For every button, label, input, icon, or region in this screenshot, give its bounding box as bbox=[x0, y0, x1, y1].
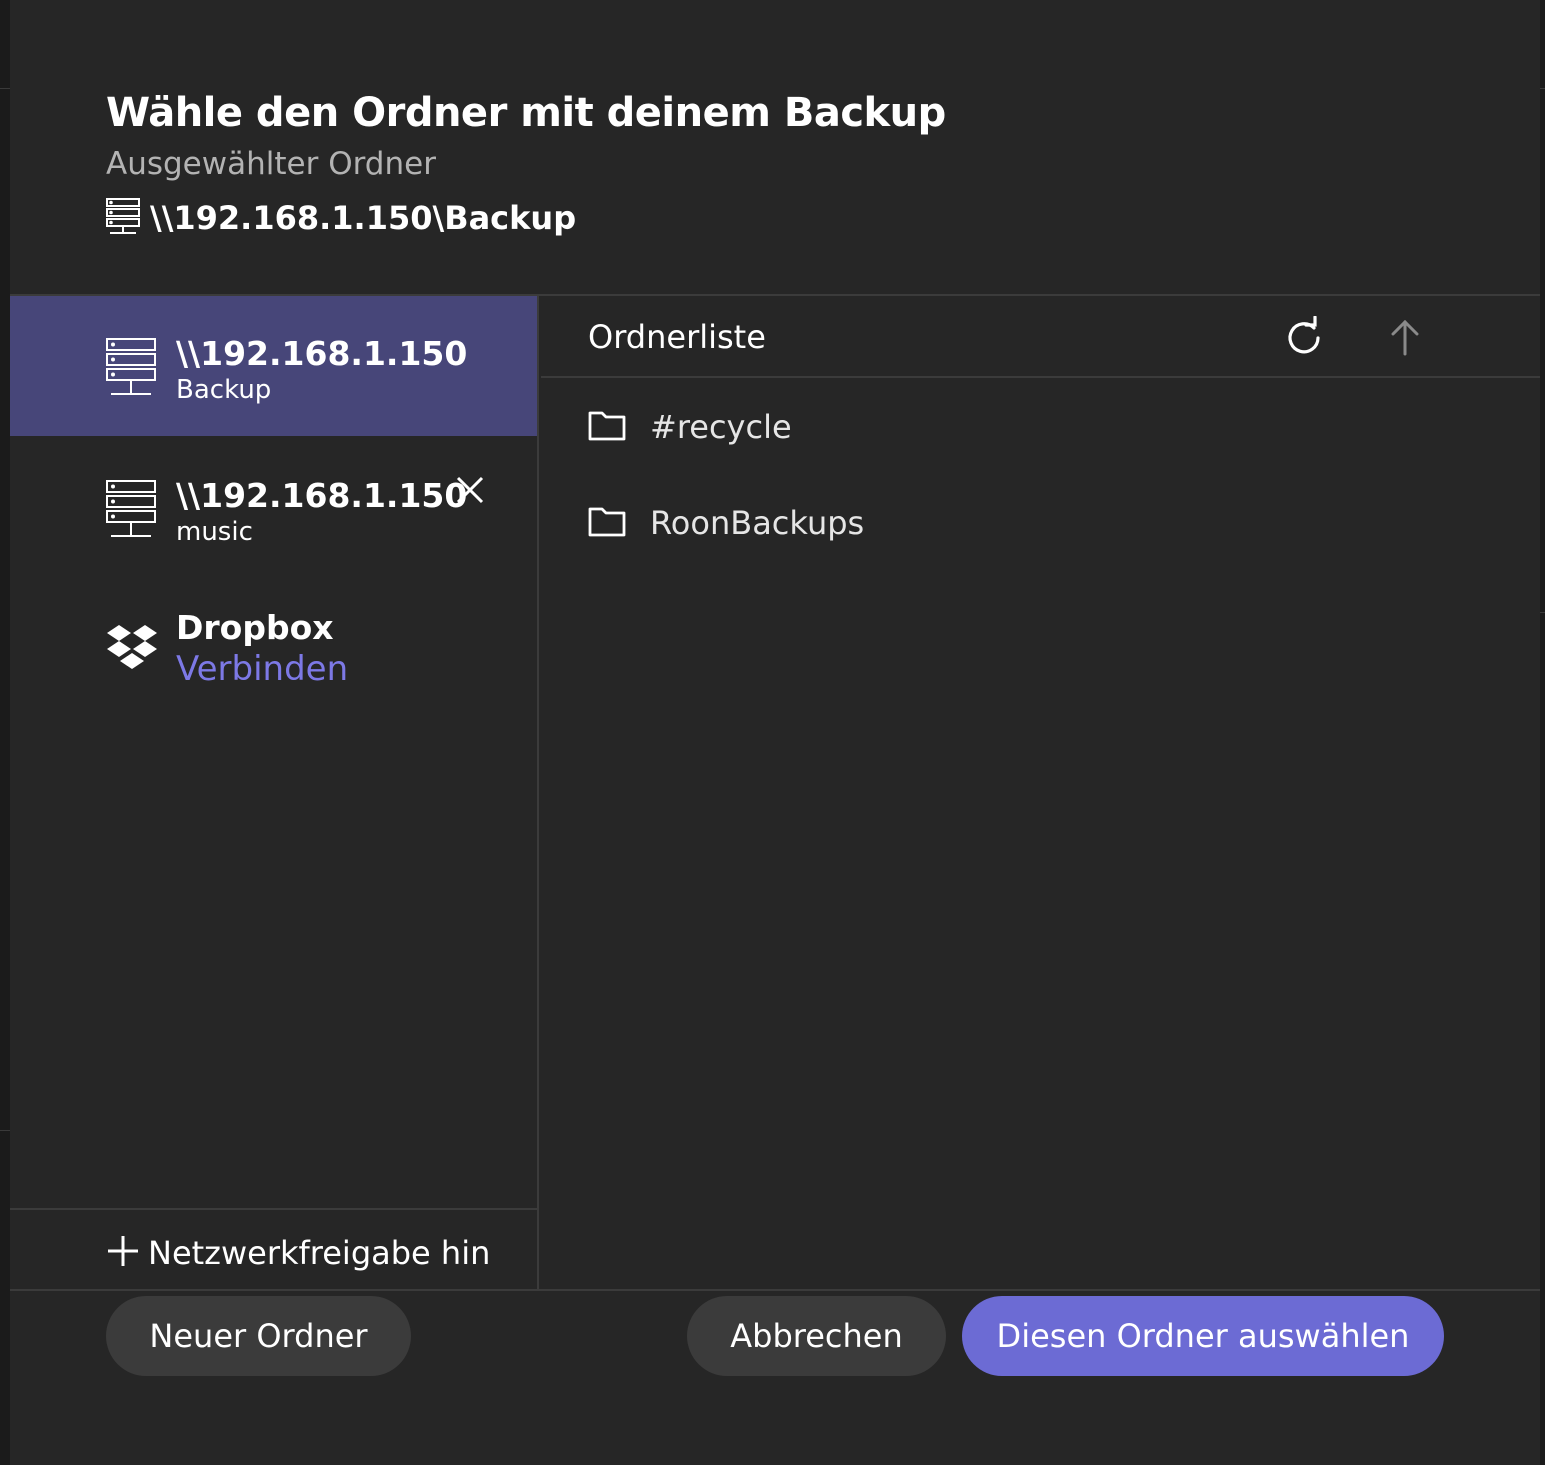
close-icon[interactable] bbox=[454, 474, 486, 510]
edge-divider bbox=[0, 1130, 10, 1131]
new-folder-button[interactable]: Neuer Ordner bbox=[106, 1296, 411, 1376]
dropbox-icon bbox=[106, 624, 158, 678]
dropbox-title: Dropbox bbox=[176, 608, 334, 647]
folder-icon bbox=[588, 409, 626, 445]
edge-divider bbox=[1540, 88, 1545, 89]
plus-icon bbox=[106, 1234, 140, 1272]
selected-folder-path: \\192.168.1.150\Backup bbox=[106, 198, 946, 238]
edge-divider bbox=[0, 88, 10, 89]
server-icon bbox=[106, 198, 140, 238]
arrow-up-icon[interactable] bbox=[1389, 318, 1421, 362]
dialog-header: Wähle den Ordner mit deinem Backup Ausge… bbox=[106, 90, 946, 238]
share-name: Backup bbox=[176, 375, 272, 405]
folder-name: RoonBackups bbox=[650, 504, 865, 542]
share-item-music[interactable]: \\192.168.1.150 music bbox=[10, 436, 537, 578]
select-folder-button[interactable]: Diesen Ordner auswählen bbox=[962, 1296, 1444, 1376]
folder-item-recycle[interactable]: #recycle bbox=[588, 408, 792, 446]
dropbox-connect-link[interactable]: Verbinden bbox=[176, 649, 348, 689]
folder-name: #recycle bbox=[650, 408, 792, 446]
dialog-subtitle: Ausgewählter Ordner bbox=[106, 146, 436, 182]
folder-list-header: Ordnerliste bbox=[541, 296, 1540, 378]
server-icon bbox=[106, 480, 156, 542]
picker-panes: \\192.168.1.150 Backup \\192.168.1.150 m… bbox=[10, 294, 1540, 1291]
cancel-button[interactable]: Abbrechen bbox=[687, 1296, 946, 1376]
edge-divider bbox=[1540, 612, 1545, 613]
folder-icon bbox=[588, 505, 626, 541]
dialog-title: Wähle den Ordner mit deinem Backup bbox=[106, 90, 946, 136]
server-icon bbox=[106, 338, 156, 400]
source-list: \\192.168.1.150 Backup \\192.168.1.150 m… bbox=[10, 296, 539, 1291]
refresh-icon[interactable] bbox=[1283, 315, 1327, 364]
share-name: music bbox=[176, 517, 253, 547]
share-item-dropbox[interactable]: Dropbox Verbinden bbox=[10, 578, 537, 708]
share-item-backup[interactable]: \\192.168.1.150 Backup bbox=[10, 296, 537, 436]
window-edge-right bbox=[1540, 0, 1545, 1465]
share-host: \\192.168.1.150 bbox=[176, 334, 468, 373]
folder-item-roonbackups[interactable]: RoonBackups bbox=[588, 504, 864, 542]
selected-path-text: \\192.168.1.150\Backup bbox=[150, 199, 577, 237]
window-edge-left bbox=[0, 0, 10, 1465]
share-host: \\192.168.1.150 bbox=[176, 476, 468, 515]
add-share-label: Netzwerkfreigabe hinzufügen bbox=[148, 1234, 490, 1272]
folder-list-title: Ordnerliste bbox=[588, 318, 766, 356]
folder-picker-dialog: Wähle den Ordner mit deinem Backup Ausge… bbox=[10, 0, 1540, 1465]
folder-list-pane: Ordnerliste #recycle RoonBackups bbox=[541, 296, 1540, 1291]
add-network-share-button[interactable]: Netzwerkfreigabe hinzufügen bbox=[10, 1208, 537, 1291]
